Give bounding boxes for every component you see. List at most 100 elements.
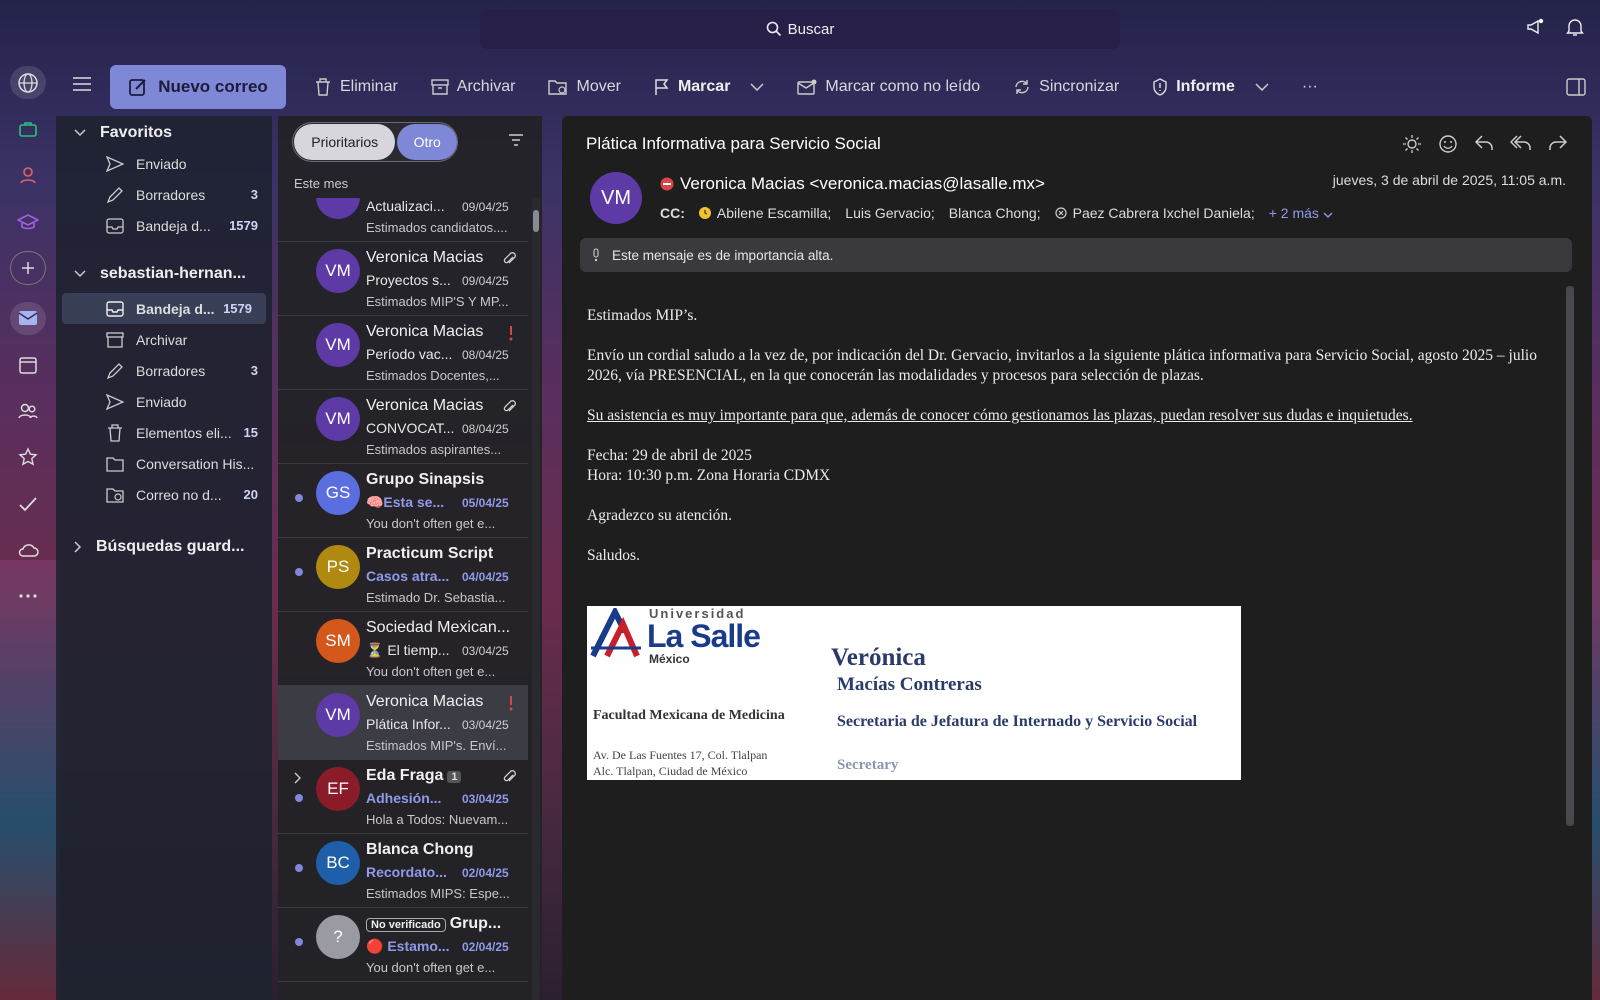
message-subject: Plática Informativa para Servicio Social bbox=[586, 134, 881, 153]
cloud-icon[interactable] bbox=[10, 533, 46, 566]
list-item[interactable]: SM Sociedad Mexican... ⏳ El tiemp... 03/… bbox=[278, 612, 528, 686]
move-button[interactable]: Mover bbox=[548, 78, 621, 96]
archive-icon bbox=[431, 78, 449, 96]
shield-icon bbox=[1152, 78, 1168, 96]
star-icon[interactable] bbox=[10, 441, 46, 474]
account-header[interactable]: sebastian-hernan... bbox=[56, 255, 272, 293]
list-item[interactable]: Actualizaci... 09/04/25 Estimados candid… bbox=[278, 198, 528, 242]
list-scrollbar[interactable] bbox=[532, 198, 540, 1000]
briefcase-icon[interactable] bbox=[10, 112, 46, 145]
new-mail-label: Nuevo correo bbox=[158, 77, 268, 96]
hamburger-menu-icon[interactable] bbox=[72, 76, 92, 92]
cc-recipient[interactable]: Luis Gervacio; bbox=[845, 205, 934, 221]
list-item[interactable]: GS Grupo Sinapsis 🧠Esta se... 05/04/25 Y… bbox=[278, 464, 528, 538]
list-item[interactable]: PS Practicum Script Casos atra... 04/04/… bbox=[278, 538, 528, 612]
megaphone-icon[interactable] bbox=[1524, 16, 1546, 38]
flag-label: Marcar bbox=[677, 78, 731, 95]
folder-deleted[interactable]: Elementos eli... 15 bbox=[56, 417, 272, 448]
people-icon[interactable] bbox=[10, 394, 46, 427]
delete-label: Eliminar bbox=[340, 78, 398, 95]
message-actions bbox=[1402, 134, 1568, 154]
avatar bbox=[316, 198, 360, 219]
saved-searches-header[interactable]: Búsquedas guard... bbox=[56, 532, 272, 562]
folder-archive[interactable]: Archivar bbox=[56, 324, 272, 355]
reading-scroll-thumb[interactable] bbox=[1566, 286, 1574, 826]
tab-focused[interactable]: Prioritarios bbox=[294, 124, 396, 160]
folder-inbox[interactable]: Bandeja d... 1579 bbox=[62, 293, 266, 324]
panel-toggle-icon[interactable] bbox=[1566, 78, 1586, 96]
folder-sent[interactable]: Enviado bbox=[56, 386, 272, 417]
reply-all-icon[interactable] bbox=[1510, 134, 1532, 154]
todo-check-icon[interactable] bbox=[10, 487, 46, 520]
avatar: VM bbox=[316, 693, 360, 737]
list-item[interactable]: VM Veronica Macias CONVOCAT... 08/04/25 … bbox=[278, 390, 528, 464]
list-scroll-thumb[interactable] bbox=[533, 210, 539, 232]
more-actions-button[interactable]: ··· bbox=[1302, 78, 1318, 96]
unread-dot bbox=[295, 494, 303, 502]
compose-icon bbox=[128, 77, 148, 97]
list-item[interactable]: BC Blanca Chong Recordato... 02/04/25 Es… bbox=[278, 834, 528, 908]
sync-button[interactable]: Sincronizar bbox=[1013, 78, 1119, 96]
mark-unread-button[interactable]: Marcar como no leído bbox=[797, 78, 980, 96]
reply-icon[interactable] bbox=[1474, 134, 1494, 154]
list-item[interactable]: VM Veronica Macias Proyectos s... 09/04/… bbox=[278, 242, 528, 316]
delete-button[interactable]: Eliminar bbox=[314, 77, 398, 97]
avatar: VM bbox=[316, 397, 360, 441]
forward-icon[interactable] bbox=[1548, 134, 1568, 154]
globe-icon[interactable] bbox=[10, 66, 46, 100]
more-actions-label: ··· bbox=[1301, 78, 1318, 95]
flag-button[interactable]: Marcar bbox=[654, 78, 764, 96]
univ-country: México bbox=[649, 652, 690, 666]
importance-dot-icon bbox=[660, 177, 674, 191]
cc-recipient[interactable]: Paez Cabrera Ixchel Daniela; bbox=[1073, 205, 1255, 221]
cc-recipient[interactable]: Blanca Chong; bbox=[949, 205, 1041, 221]
list-item[interactable]: VM Veronica Macias Período vac... 08/04/… bbox=[278, 316, 528, 390]
favorites-header[interactable]: Favoritos bbox=[56, 118, 272, 148]
cc-more-link[interactable]: + 2 más bbox=[1269, 205, 1333, 221]
importance-high-icon bbox=[506, 325, 516, 341]
add-app-icon[interactable] bbox=[10, 251, 46, 285]
folder-conversation-history[interactable]: Conversation His... bbox=[56, 448, 272, 479]
command-toolbar: Nuevo correo Eliminar Archivar Mover Mar… bbox=[60, 62, 1600, 112]
emoji-reaction-icon[interactable] bbox=[1438, 134, 1458, 154]
list-item[interactable]: ? No verificado Grup... 🔴 Estamo... 02/04… bbox=[278, 908, 528, 982]
address-line2: Alc. Tlalpan, Ciudad de México bbox=[593, 764, 748, 778]
new-mail-button[interactable]: Nuevo correo bbox=[110, 65, 286, 109]
chevron-down-icon[interactable] bbox=[1255, 83, 1269, 91]
message-list-pane: Prioritarios Otro Este mes Actualizaci..… bbox=[278, 116, 542, 1000]
cc-recipient[interactable]: Abilene Escamilla; bbox=[717, 205, 831, 221]
reading-scrollbar[interactable] bbox=[1566, 286, 1574, 826]
sender-avatar[interactable]: VM bbox=[590, 172, 642, 224]
folder-junk[interactable]: Correo no d... 20 bbox=[56, 479, 272, 510]
list-item-selected[interactable]: VM Veronica Macias Plática Infor... 03/0… bbox=[278, 686, 528, 760]
reading-pane: Plática Informativa para Servicio Social… bbox=[562, 116, 1592, 1000]
expand-thread-icon[interactable] bbox=[294, 772, 302, 784]
filter-icon[interactable] bbox=[508, 134, 524, 146]
fav-inbox[interactable]: Bandeja d... 1579 bbox=[56, 210, 272, 241]
folder-drafts[interactable]: Borradores 3 bbox=[56, 355, 272, 386]
sender-line[interactable]: Veronica Macias <veronica.macias@lasalle… bbox=[660, 174, 1045, 194]
calendar-icon[interactable] bbox=[10, 348, 46, 381]
fav-sent[interactable]: Enviado bbox=[56, 148, 272, 179]
envelope-unread-icon bbox=[797, 79, 817, 95]
sig-role: Secretaria de Jefatura de Internado y Se… bbox=[837, 713, 1198, 730]
fav-drafts[interactable]: Borradores 3 bbox=[56, 179, 272, 210]
report-button[interactable]: Informe bbox=[1152, 78, 1269, 96]
chevron-down-icon[interactable] bbox=[750, 83, 764, 91]
message-list: Actualizaci... 09/04/25 Estimados candid… bbox=[278, 198, 528, 1000]
tab-other[interactable]: Otro bbox=[397, 124, 457, 160]
chevron-right-icon bbox=[74, 541, 82, 553]
mail-icon[interactable] bbox=[10, 301, 46, 336]
more-apps-icon[interactable] bbox=[10, 580, 46, 613]
saved-searches-title: Búsquedas guard... bbox=[96, 538, 245, 555]
graduation-cap-icon[interactable] bbox=[10, 205, 46, 238]
person-icon[interactable] bbox=[10, 159, 46, 192]
sun-icon[interactable] bbox=[1402, 134, 1422, 154]
paperclip-icon bbox=[502, 251, 516, 267]
mark-unread-label: Marcar como no leído bbox=[825, 78, 981, 95]
archive-icon bbox=[106, 331, 124, 349]
archive-button[interactable]: Archivar bbox=[431, 78, 515, 96]
list-item[interactable]: EF Eda Fraga 1 Adhesión... 03/04/25 Hola … bbox=[278, 760, 528, 834]
search-box[interactable]: Buscar bbox=[480, 9, 1120, 49]
bell-icon[interactable] bbox=[1564, 16, 1586, 38]
